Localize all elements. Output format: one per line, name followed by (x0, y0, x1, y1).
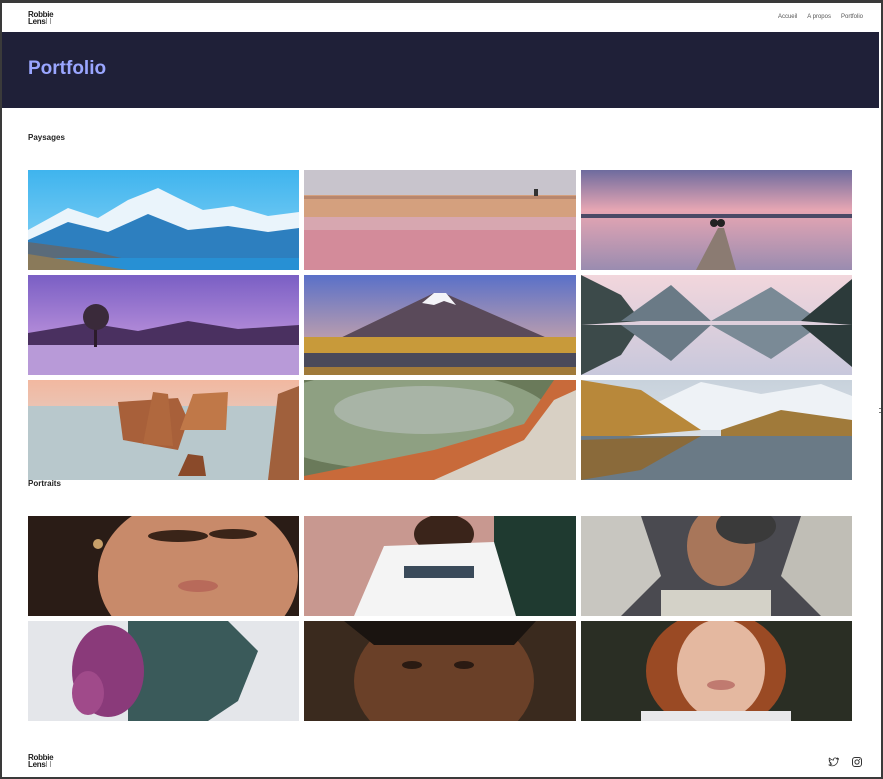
footer-logo-line-2: Lens (28, 760, 46, 769)
portrait-purple-profile-photo[interactable] (28, 621, 299, 721)
footer-logo[interactable]: Robbie Lens (28, 754, 54, 769)
lone-tree-lake-photo[interactable] (28, 275, 299, 375)
portrait-braids-photo[interactable] (304, 621, 576, 721)
portrait-redhead-photo[interactable] (581, 621, 852, 721)
portraits-gallery (28, 516, 852, 721)
alpine-valley-photo[interactable] (581, 380, 852, 480)
section-title-portraits: Portraits (28, 479, 61, 488)
fjord-reflection-photo[interactable] (581, 275, 852, 375)
main-nav: Accueil A propos Portfolio (778, 14, 863, 20)
landscapes-gallery (28, 170, 852, 480)
hot-spring-photo[interactable] (304, 380, 576, 480)
portrait-man-hat-photo[interactable] (581, 516, 852, 616)
salt-flat-reflection-photo[interactable] (304, 170, 576, 270)
logo-mark-icon (46, 18, 52, 24)
site-logo[interactable]: Robbie Lens (28, 11, 54, 26)
volcano-wetland-photo[interactable] (304, 275, 576, 375)
nav-link-home[interactable]: Accueil (778, 14, 797, 20)
instagram-icon[interactable] (851, 755, 863, 767)
portrait-white-tshirt-photo[interactable] (304, 516, 576, 616)
portrait-woman-earring-photo[interactable] (28, 516, 299, 616)
nav-link-portfolio[interactable]: Portfolio (841, 14, 863, 20)
resize-handle[interactable] (879, 408, 883, 413)
section-title-landscapes: Paysages (28, 133, 65, 142)
mountain-lake-photo[interactable] (28, 170, 299, 270)
hero-banner: Portfolio (2, 32, 879, 108)
pier-sunset-photo[interactable] (581, 170, 852, 270)
nav-link-about[interactable]: A propos (807, 14, 831, 20)
logo-line-2: Lens (28, 17, 46, 26)
page-title: Portfolio (28, 58, 107, 79)
logo-mark-icon (46, 761, 52, 767)
sea-stacks-photo[interactable] (28, 380, 299, 480)
site-header: Robbie Lens Accueil A propos Portfolio (2, 3, 879, 32)
twitter-icon[interactable] (827, 755, 840, 767)
